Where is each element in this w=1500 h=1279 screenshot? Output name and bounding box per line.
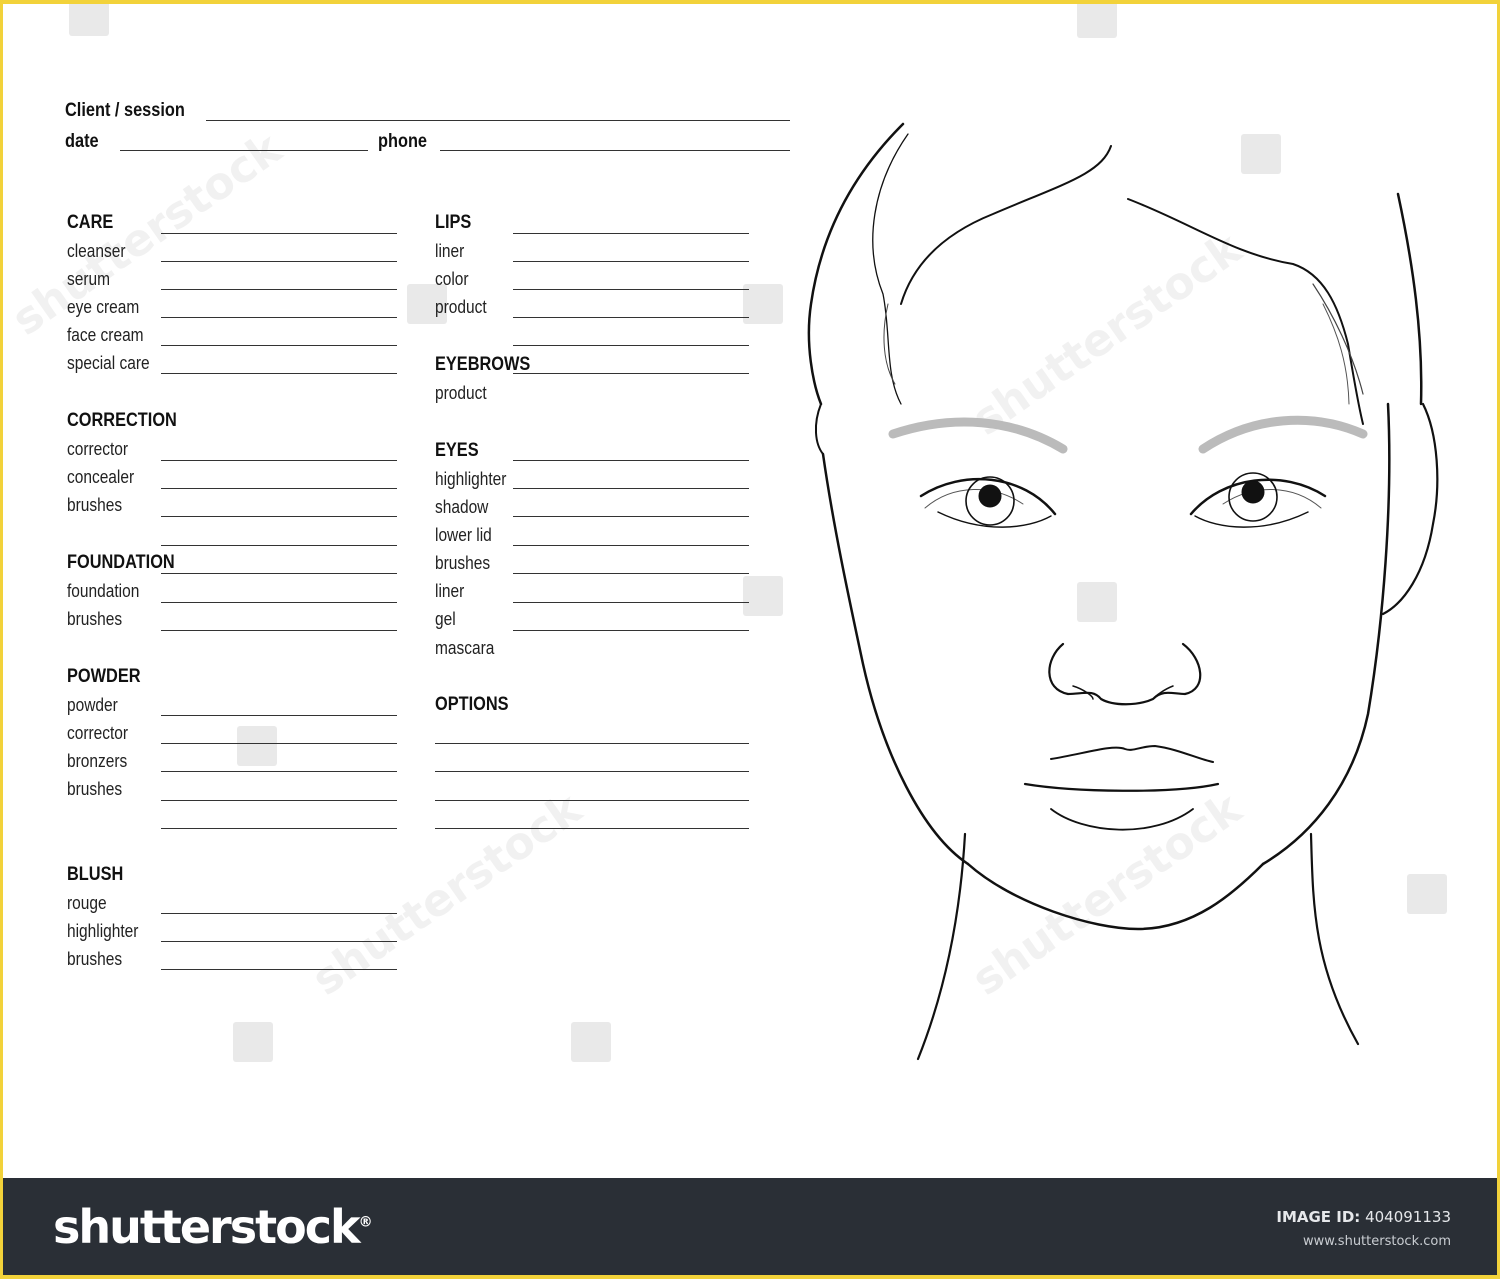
face-outline-illustration [807,122,1439,1061]
write-in-line[interactable] [435,800,749,801]
image-id: IMAGE ID: 404091133 [1276,1208,1451,1226]
write-in-line[interactable] [161,516,397,517]
write-in-line[interactable] [513,516,749,517]
write-in-line[interactable] [161,913,397,914]
write-in-line[interactable] [513,488,749,489]
field-label-shadow: shadow [435,497,489,517]
client-session-label: Client / session [65,100,185,121]
field-label-corrector: corrector [67,439,129,459]
write-in-line[interactable] [435,771,749,772]
field-label-serum: serum [67,269,111,289]
section-title-lips: LIPS [435,212,472,233]
write-in-line[interactable] [161,771,397,772]
section-title-blush: BLUSH [67,864,124,885]
field-label-brushes: brushes [435,553,491,573]
write-in-line[interactable] [513,545,749,546]
write-in-line[interactable] [161,630,397,631]
field-label-mascara: mascara [435,638,495,658]
section-title-correction: CORRECTION [67,410,177,431]
write-in-line[interactable] [161,373,397,374]
write-in-line[interactable] [513,233,749,234]
watermark-text: shutterstock [3,123,291,346]
write-in-line[interactable] [161,233,397,234]
write-in-line[interactable] [161,573,397,574]
write-in-line[interactable] [513,573,749,574]
field-label-foundation: foundation [67,581,140,601]
field-label-color: color [435,269,469,289]
write-in-line[interactable] [161,602,397,603]
write-in-line[interactable] [513,289,749,290]
field-label-rouge: rouge [67,893,107,913]
section-title-foundation: FOUNDATION [67,552,175,573]
write-in-line[interactable] [435,828,749,829]
field-label-brushes: brushes [67,495,123,515]
field-label-corrector: corrector [67,723,129,743]
field-label-brushes: brushes [67,609,123,629]
write-in-line[interactable] [161,800,397,801]
field-label-brushes: brushes [67,779,123,799]
write-in-line[interactable] [161,317,397,318]
section-title-eyes: EYES [435,440,479,461]
section-title-powder: POWDER [67,666,141,687]
field-label-cleanser: cleanser [67,241,126,261]
phone-label: phone [378,131,428,152]
field-label-powder: powder [67,695,118,715]
date-label: date [65,131,99,152]
write-in-line[interactable] [161,261,397,262]
write-in-line[interactable] [513,261,749,262]
watermark-icon [743,284,783,324]
write-in-line[interactable] [161,488,397,489]
face-chart-page: shutterstock shutterstock shutterstock s… [3,4,1497,1275]
write-in-line[interactable] [513,317,749,318]
write-in-line[interactable] [513,460,749,461]
field-label-product: product [435,297,487,317]
field-label-lower-lid: lower lid [435,525,492,545]
write-in-line[interactable] [513,345,749,346]
write-in-line[interactable] [513,373,749,374]
write-in-line[interactable] [161,828,397,829]
write-in-line[interactable] [161,460,397,461]
write-in-line[interactable] [161,941,397,942]
write-in-line[interactable] [513,602,749,603]
field-label-highlighter: highlighter [67,921,139,941]
field-label-highlighter: highlighter [435,469,507,489]
watermark-text: shutterstock [303,783,591,1006]
phone-field[interactable] [440,150,790,151]
field-label-liner: liner [435,581,465,601]
brand-logo: shutterstock® [53,1200,373,1254]
field-label-face-cream: face cream [67,325,144,345]
write-in-line[interactable] [513,630,749,631]
watermark-icon [571,1022,611,1062]
field-label-concealer: concealer [67,467,135,487]
stock-footer: shutterstock® IMAGE ID: 404091133 www.sh… [3,1178,1497,1275]
write-in-line[interactable] [435,743,749,744]
website-url: www.shutterstock.com [1302,1234,1451,1249]
field-label-bronzers: bronzers [67,751,128,771]
write-in-line[interactable] [161,545,397,546]
write-in-line[interactable] [161,345,397,346]
section-title-care: CARE [67,212,114,233]
field-label-brushes: brushes [67,949,123,969]
watermark-icon [69,4,109,36]
field-label-gel: gel [435,609,456,629]
section-title-options: OPTIONS [435,694,509,715]
watermark-icon [237,726,277,766]
write-in-line[interactable] [161,289,397,290]
date-field[interactable] [120,150,368,151]
field-label-product: product [435,383,487,403]
watermark-icon [743,576,783,616]
client-session-field[interactable] [206,120,790,121]
field-label-eye-cream: eye cream [67,297,140,317]
field-label-liner: liner [435,241,465,261]
write-in-line[interactable] [161,743,397,744]
write-in-line[interactable] [161,969,397,970]
field-label-special-care: special care [67,353,150,373]
watermark-icon [1077,4,1117,38]
watermark-icon [233,1022,273,1062]
write-in-line[interactable] [161,715,397,716]
